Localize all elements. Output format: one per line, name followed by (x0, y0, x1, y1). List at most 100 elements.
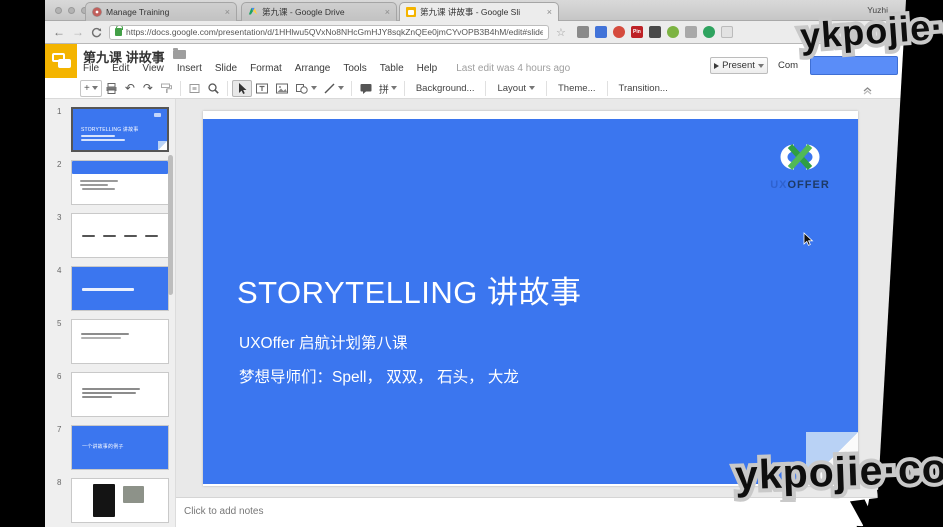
notes-resize-handle[interactable] (780, 500, 796, 502)
forward-icon[interactable]: → (72, 26, 84, 38)
background-button[interactable]: Background... (409, 83, 482, 94)
green-extension-icon[interactable] (703, 26, 715, 38)
theme-button[interactable]: Theme... (551, 83, 603, 94)
notes-placeholder[interactable]: Click to add notes (184, 506, 264, 517)
present-button[interactable]: Present (710, 57, 768, 74)
slide-number: 4 (57, 266, 61, 275)
text-box-button[interactable] (252, 80, 272, 97)
slide-thumbnail[interactable]: STORYTELLING 讲故事 (71, 107, 169, 152)
menu-arrange[interactable]: Arrange (295, 63, 331, 74)
share-button[interactable] (810, 56, 898, 75)
new-slide-caret-icon[interactable] (92, 86, 98, 90)
present-caret-icon[interactable] (758, 64, 764, 68)
window-close-button[interactable] (55, 7, 62, 14)
menu-slide[interactable]: Slide (215, 63, 237, 74)
filmstrip-scrollbar[interactable] (168, 155, 173, 295)
slide-thumbnail[interactable] (71, 372, 169, 417)
insert-image-button[interactable] (272, 80, 292, 97)
transition-button[interactable]: Transition... (612, 83, 675, 94)
last-edit-status[interactable]: Last edit was 4 hours ago (456, 63, 570, 74)
slide-title[interactable]: STORYTELLING 讲故事 (237, 267, 582, 312)
line-caret-icon[interactable] (338, 86, 344, 90)
slide-thumbnail[interactable]: 一个讲故事的例子 (71, 425, 169, 470)
red-extension-icon[interactable] (613, 26, 625, 38)
url-field[interactable]: https://docs.google.com/presentation/d/1… (109, 25, 549, 40)
input-tools-caret-icon[interactable] (391, 86, 397, 90)
quote-extension-icon[interactable] (649, 26, 661, 38)
training-favicon (92, 7, 102, 17)
slide-thumbnail[interactable] (71, 266, 169, 311)
fit-zoom-button[interactable] (185, 80, 204, 97)
share-extension-icon[interactable] (577, 26, 589, 38)
tab-close-icon[interactable]: × (385, 7, 390, 17)
menu-help[interactable]: Help (417, 63, 438, 74)
menu-table[interactable]: Table (380, 63, 404, 74)
check-extension-icon[interactable] (667, 26, 679, 38)
pinyin-input-icon: 拼 (379, 81, 389, 96)
light-extension-icon[interactable] (721, 26, 733, 38)
slide-number: 2 (57, 160, 61, 169)
slides-favicon (406, 7, 416, 17)
insert-comment-button[interactable] (356, 80, 376, 97)
tab-label: Manage Training (106, 7, 169, 17)
redo-icon: ↷ (143, 81, 153, 95)
tab-close-icon[interactable]: × (547, 7, 552, 17)
window-minimize-button[interactable] (68, 7, 75, 14)
redo-button[interactable]: ↷ (139, 80, 157, 97)
slide-thumbnail[interactable] (71, 160, 169, 205)
slide-number: 5 (57, 319, 61, 328)
menu-bar: File Edit View Insert Slide Format Arran… (83, 63, 570, 74)
menu-file[interactable]: File (83, 63, 99, 74)
undo-button[interactable]: ↶ (121, 80, 139, 97)
menu-format[interactable]: Format (250, 63, 282, 74)
address-bar: ← → https://docs.google.com/presentation… (45, 21, 906, 44)
move-to-folder-icon[interactable] (173, 50, 186, 59)
slide-number: 3 (57, 213, 61, 222)
print-button[interactable] (102, 80, 121, 97)
slides-header: 第九课 讲故事 File Edit View Insert Slide Form… (45, 44, 906, 78)
google-slides-logo[interactable] (45, 44, 77, 78)
slide-page[interactable]: UXOFFER STORYTELLING 讲故事 UXOffer 启航计划第八课… (203, 111, 858, 486)
bookmark-star-icon[interactable]: ☆ (556, 26, 566, 39)
collapse-menus-button[interactable] (862, 82, 873, 100)
paint-format-button[interactable] (157, 80, 176, 97)
select-tool-button[interactable] (232, 80, 252, 97)
tab-close-icon[interactable]: × (225, 7, 230, 17)
slide-thumbnail[interactable] (71, 478, 169, 523)
layout-button[interactable]: Layout (490, 83, 542, 94)
slide-subtitle[interactable]: UXOffer 启航计划第八课 (239, 331, 408, 353)
layout-caret-icon[interactable] (529, 86, 535, 90)
slide-canvas: UXOFFER STORYTELLING 讲故事 UXOffer 启航计划第八课… (176, 99, 906, 497)
tab-slides-active[interactable]: 第九课 讲故事 - Google Sli × (399, 2, 559, 21)
shape-caret-icon[interactable] (311, 86, 317, 90)
slide-background: UXOFFER STORYTELLING 讲故事 UXOffer 启航计划第八课… (203, 119, 858, 484)
uxoffer-logo: UXOFFER (768, 141, 832, 191)
menu-edit[interactable]: Edit (112, 63, 129, 74)
window-controls[interactable] (55, 7, 88, 14)
slide-mentors-line[interactable]: 梦想导师们：Spell， 双双， 石头， 大龙 (239, 365, 519, 387)
menu-tools[interactable]: Tools (343, 63, 366, 74)
slide-thumbnail[interactable] (71, 213, 169, 258)
blue-extension-icon[interactable] (595, 26, 607, 38)
zoom-button[interactable] (204, 80, 223, 97)
reload-icon[interactable] (91, 27, 102, 38)
present-label: Present (722, 60, 755, 71)
pinterest-extension-icon[interactable]: Pin (631, 26, 643, 38)
insert-line-button[interactable] (320, 80, 347, 97)
menu-insert[interactable]: Insert (177, 63, 202, 74)
slide-number: 8 (57, 478, 61, 487)
insert-shape-button[interactable] (292, 80, 320, 97)
slide-thumbnail[interactable] (71, 319, 169, 364)
tab-google-drive[interactable]: 第九课 - Google Drive × (241, 2, 397, 21)
comments-button[interactable]: Comments (778, 60, 798, 71)
menu-view[interactable]: View (142, 63, 164, 74)
back-icon[interactable]: ← (53, 26, 65, 38)
speaker-notes-panel[interactable]: Click to add notes (176, 497, 906, 527)
grey-extension-icon[interactable] (685, 26, 697, 38)
tab-strip: Manage Training × 第九课 - Google Drive × 第… (45, 0, 906, 21)
input-tools-button[interactable]: 拼 (376, 80, 400, 97)
new-slide-button[interactable]: + (80, 80, 102, 97)
tab-label: 第九课 讲故事 - Google Sli (420, 6, 520, 18)
tab-manage-training[interactable]: Manage Training × (85, 2, 237, 21)
watermark-bottom: ykpojie·com (734, 444, 943, 500)
